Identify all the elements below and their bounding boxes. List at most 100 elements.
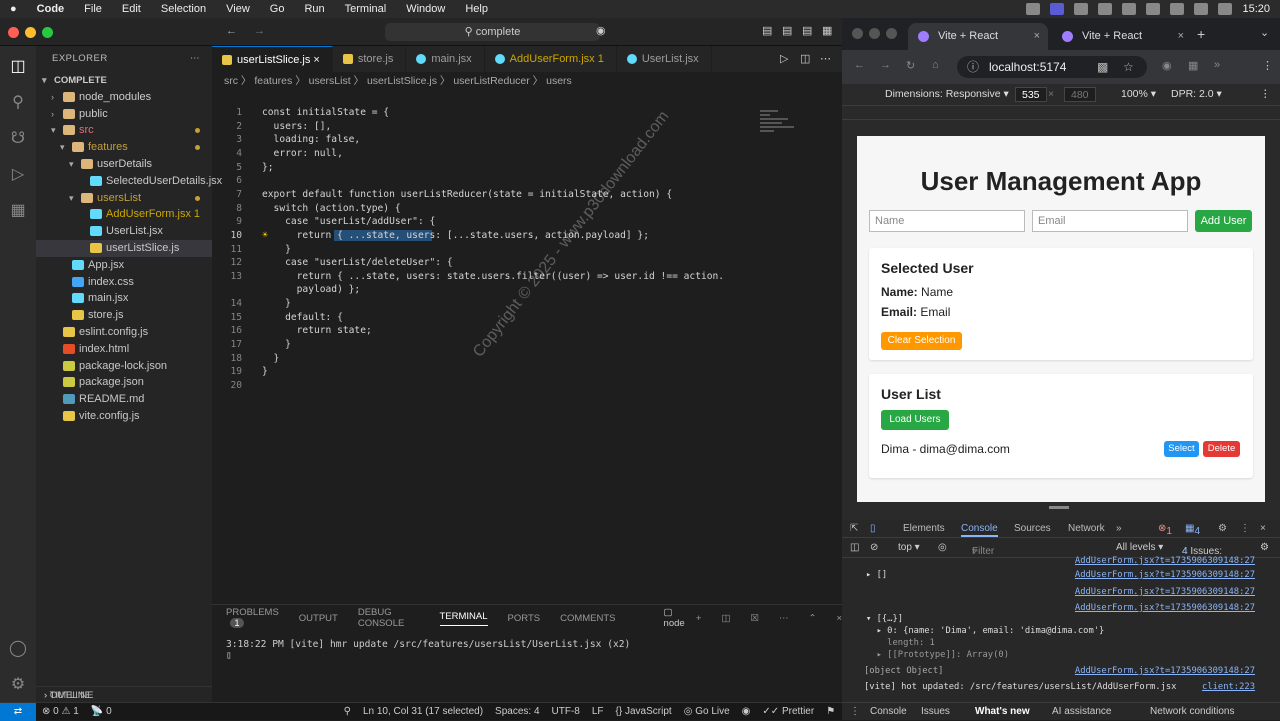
menu-edit[interactable]: Edit [112, 3, 151, 15]
console-row[interactable]: ▾ [{…}] [866, 614, 903, 624]
code-line[interactable]: case "userList/addUser": { [262, 216, 435, 227]
terminal-selector[interactable]: ▢ node [664, 607, 688, 629]
close-window-button[interactable] [8, 27, 19, 38]
reload-icon[interactable]: ↻ [906, 59, 915, 72]
tab-problems[interactable]: PROBLEMS1 [226, 607, 279, 629]
close-tab-icon[interactable]: × [1034, 23, 1040, 50]
tree-item[interactable]: SelectedUserDetails.jsx [36, 173, 222, 190]
tree-item[interactable]: eslint.config.js [36, 324, 212, 341]
remote-icon[interactable]: ⇄ [0, 702, 36, 721]
tray-app-icon[interactable] [1026, 3, 1041, 15]
bookmark-star-icon[interactable]: ☆ [1123, 56, 1134, 78]
chevron-right-icon[interactable]: » [1214, 59, 1220, 71]
tab-adduserform[interactable]: AddUserForm.jsx 1 [485, 46, 617, 72]
tab-search-icon[interactable]: ⌄ [1260, 26, 1269, 39]
code-line[interactable]: case "userList/deleteUser": { [262, 257, 453, 268]
device-more-icon[interactable]: ⋮ [1260, 88, 1271, 100]
load-users-button[interactable]: Load Users [881, 410, 949, 430]
lightbulb-icon[interactable]: ☀ [262, 230, 268, 241]
code-editor[interactable]: 1 const initialState = {2 users: [], 3 loa… [212, 90, 842, 604]
code-line[interactable]: payload) }; [262, 284, 361, 295]
tree-item[interactable]: main.jsx [36, 290, 212, 307]
dimensions-select[interactable]: Dimensions: Responsive ▾ [885, 88, 1009, 100]
indentation[interactable]: Spaces: 4 [489, 706, 545, 717]
console-settings-icon[interactable]: ⚙ [1260, 542, 1269, 553]
settings-gear-icon[interactable]: ⚙ [8, 674, 28, 694]
copilot-status-icon[interactable]: ◉ [736, 706, 757, 717]
console-row[interactable]: ▸ 0: {name: 'Dima', email: 'dima@dima.co… [866, 626, 1105, 636]
timeline-section-row[interactable]: › TIMELINE [36, 686, 212, 703]
code-line[interactable]: loading: false, [262, 134, 361, 145]
code-line[interactable]: } [262, 244, 291, 255]
inspect-icon[interactable]: ⇱ [850, 523, 858, 534]
tray-app2-icon[interactable] [1074, 3, 1089, 15]
tree-item[interactable]: userListSlice.js [36, 239, 212, 257]
code-line[interactable]: return { ...state, users: [...state.user… [262, 229, 649, 241]
zoom-window-button[interactable] [886, 28, 897, 39]
tree-item[interactable]: › node_modules [36, 89, 212, 106]
drawer-tab-whats-new[interactable]: What's new [975, 706, 1030, 717]
minimize-window-button[interactable] [25, 27, 36, 38]
close-window-button[interactable] [852, 28, 863, 39]
tab-main[interactable]: main.jsx [406, 46, 485, 72]
context-select[interactable]: top ▾ [898, 542, 920, 553]
drawer-tab-issues[interactable]: Issues [921, 706, 950, 717]
copilot-icon[interactable]: ◉ [596, 24, 606, 37]
tree-item[interactable]: vite.config.js [36, 408, 212, 425]
levels-select[interactable]: All levels ▾ [1116, 542, 1163, 553]
menu-selection[interactable]: Selection [151, 3, 216, 15]
tree-item[interactable]: package.json [36, 374, 212, 391]
menu-go[interactable]: Go [260, 3, 295, 15]
layout-panel-icon[interactable]: ▤ [782, 24, 792, 37]
menu-file[interactable]: File [74, 3, 112, 15]
forward-arrow-icon[interactable]: → [254, 25, 265, 37]
dpr-select[interactable]: DPR: 2.0 ▾ [1171, 88, 1222, 100]
more-actions-icon[interactable]: ⋯ [820, 52, 831, 65]
command-center[interactable]: ⚲ complete [385, 23, 600, 41]
code-line[interactable]: } [262, 339, 291, 350]
tree-item[interactable]: index.html [36, 341, 212, 358]
site-info-icon[interactable]: ⓘ [967, 56, 979, 78]
apple-icon[interactable]: ● [0, 3, 27, 15]
tab-console[interactable]: Console [961, 523, 998, 537]
console-row[interactable]: ▸ [] [866, 570, 887, 580]
layout-secondary-icon[interactable]: ▤ [802, 24, 812, 37]
code-line[interactable]: return state; [262, 325, 372, 336]
console-source-link[interactable]: AddUserForm.jsx?t=1735906309148:27 [1075, 603, 1255, 613]
name-input[interactable]: Name [869, 210, 1025, 232]
ports-status[interactable]: 📡 0 [85, 706, 118, 717]
console-source-link[interactable]: AddUserForm.jsx?t=1735906309148:27 [1075, 570, 1255, 580]
extensions-puzzle-icon[interactable]: ▦ [1188, 59, 1198, 72]
tab-userlistslice[interactable]: userListSlice.js × [212, 46, 333, 72]
code-line[interactable]: users: [], [262, 121, 332, 132]
run-icon[interactable]: ▷ [780, 52, 788, 65]
more-tabs-icon[interactable]: » [1116, 523, 1122, 534]
tray-play-icon[interactable] [1122, 3, 1137, 15]
extensions-icon[interactable]: ▦ [8, 200, 28, 220]
translate-icon[interactable]: ▩ [1097, 56, 1108, 78]
search-icon[interactable]: ⚲ [8, 92, 28, 112]
new-terminal-icon[interactable]: + [696, 613, 702, 624]
zoom-window-button[interactable] [42, 27, 53, 38]
tab-output[interactable]: OUTPUT [299, 613, 338, 624]
close-tab-icon[interactable]: × [1178, 23, 1184, 50]
browser-tab-1[interactable]: Vite + React × [908, 23, 1048, 50]
code-line[interactable]: switch (action.type) { [262, 203, 401, 214]
menu-window[interactable]: Window [396, 3, 455, 15]
menu-view[interactable]: View [216, 3, 260, 15]
delete-user-button[interactable]: Delete [1203, 441, 1240, 457]
clear-console-icon[interactable]: ⊘ [870, 542, 878, 553]
devtools-close-icon[interactable]: × [1260, 523, 1266, 534]
close-tab-icon[interactable]: × [313, 54, 319, 66]
add-user-button[interactable]: Add User [1195, 210, 1252, 232]
wifi-icon[interactable] [1170, 3, 1185, 15]
menu-run[interactable]: Run [294, 3, 334, 15]
trash-icon[interactable]: ☒ [750, 613, 759, 624]
browser-tab-2[interactable]: Vite + React × [1052, 23, 1192, 50]
tray-app3-icon[interactable] [1098, 3, 1113, 15]
language-mode[interactable]: {} JavaScript [610, 706, 678, 717]
drawer-menu-icon[interactable]: ⋮ [850, 706, 860, 717]
devtools-more-icon[interactable]: ⋮ [1240, 523, 1250, 534]
tab-elements[interactable]: Elements [903, 523, 945, 534]
drawer-tab-network-conditions[interactable]: Network conditions [1150, 706, 1234, 717]
